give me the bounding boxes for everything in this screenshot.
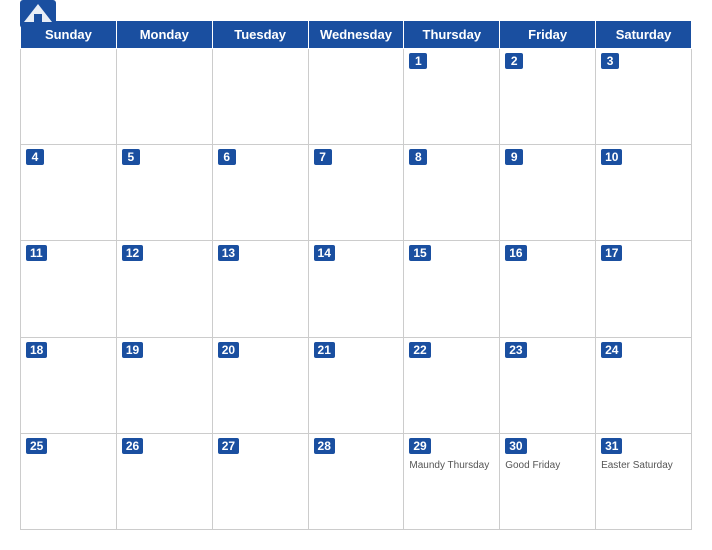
calendar-cell: 18 (21, 337, 117, 433)
weekday-header-thursday: Thursday (404, 21, 500, 49)
day-number: 2 (505, 53, 523, 69)
weekday-header-wednesday: Wednesday (308, 21, 404, 49)
weekday-header-tuesday: Tuesday (212, 21, 308, 49)
weekday-header-row: SundayMondayTuesdayWednesdayThursdayFrid… (21, 21, 692, 49)
holiday-label: Easter Saturday (601, 459, 686, 472)
day-number: 9 (505, 149, 523, 165)
day-number: 31 (601, 438, 622, 454)
calendar-cell: 14 (308, 241, 404, 337)
day-number: 8 (409, 149, 427, 165)
day-number: 4 (26, 149, 44, 165)
day-number: 5 (122, 149, 140, 165)
day-number: 22 (409, 342, 430, 358)
day-number: 14 (314, 245, 335, 261)
calendar-cell: 4 (21, 145, 117, 241)
day-number: 13 (218, 245, 239, 261)
day-number: 3 (601, 53, 619, 69)
calendar-cell: 13 (212, 241, 308, 337)
day-number: 12 (122, 245, 143, 261)
calendar-cell: 22 (404, 337, 500, 433)
day-number: 10 (601, 149, 622, 165)
calendar-cell: 16 (500, 241, 596, 337)
day-number: 27 (218, 438, 239, 454)
calendar-cell: 26 (116, 433, 212, 529)
day-number: 11 (26, 245, 47, 261)
calendar-cell: 7 (308, 145, 404, 241)
day-number: 1 (409, 53, 427, 69)
calendar-table: SundayMondayTuesdayWednesdayThursdayFrid… (20, 20, 692, 530)
calendar-cell (21, 49, 117, 145)
holiday-label: Good Friday (505, 459, 590, 472)
calendar-cell: 29 Maundy Thursday (404, 433, 500, 529)
day-number: 23 (505, 342, 526, 358)
calendar-cell: 12 (116, 241, 212, 337)
calendar-cell: 10 (596, 145, 692, 241)
calendar-cell: 27 (212, 433, 308, 529)
calendar-cell: 25 (21, 433, 117, 529)
calendar-cell: 19 (116, 337, 212, 433)
calendar-week-row: 25 26 27 28 29 Maundy Thursday 30 Good Friday 31… (21, 433, 692, 529)
calendar-cell: 24 (596, 337, 692, 433)
calendar-week-row: 4 5 6 7 8 9 10 (21, 145, 692, 241)
calendar-cell: 3 (596, 49, 692, 145)
calendar-cell: 9 (500, 145, 596, 241)
calendar-cell: 30 Good Friday (500, 433, 596, 529)
day-number: 18 (26, 342, 47, 358)
calendar-cell (116, 49, 212, 145)
calendar-week-row: 11 12 13 14 15 16 17 (21, 241, 692, 337)
calendar-cell: 5 (116, 145, 212, 241)
day-number: 28 (314, 438, 335, 454)
holiday-label: Maundy Thursday (409, 459, 494, 472)
day-number: 19 (122, 342, 143, 358)
day-number: 17 (601, 245, 622, 261)
calendar-cell: 20 (212, 337, 308, 433)
logo-icon (20, 0, 56, 28)
calendar-cell: 2 (500, 49, 596, 145)
calendar-week-row: 18 19 20 21 22 23 24 (21, 337, 692, 433)
day-number: 20 (218, 342, 239, 358)
calendar-cell: 28 (308, 433, 404, 529)
calendar-cell (212, 49, 308, 145)
calendar-week-row: 1 2 3 (21, 49, 692, 145)
calendar-header (20, 10, 692, 14)
day-number: 26 (122, 438, 143, 454)
day-number: 24 (601, 342, 622, 358)
calendar-cell: 1 (404, 49, 500, 145)
day-number: 6 (218, 149, 236, 165)
calendar-cell (308, 49, 404, 145)
calendar-cell: 21 (308, 337, 404, 433)
calendar-cell: 23 (500, 337, 596, 433)
calendar-cell: 31 Easter Saturday (596, 433, 692, 529)
calendar-cell: 11 (21, 241, 117, 337)
weekday-header-monday: Monday (116, 21, 212, 49)
day-number: 16 (505, 245, 526, 261)
day-number: 29 (409, 438, 430, 454)
generalblue-logo (20, 0, 56, 28)
calendar-cell: 15 (404, 241, 500, 337)
day-number: 21 (314, 342, 335, 358)
calendar-cell: 6 (212, 145, 308, 241)
calendar-cell: 17 (596, 241, 692, 337)
day-number: 30 (505, 438, 526, 454)
day-number: 15 (409, 245, 430, 261)
calendar-cell: 8 (404, 145, 500, 241)
weekday-header-friday: Friday (500, 21, 596, 49)
day-number: 25 (26, 438, 47, 454)
weekday-header-saturday: Saturday (596, 21, 692, 49)
day-number: 7 (314, 149, 332, 165)
